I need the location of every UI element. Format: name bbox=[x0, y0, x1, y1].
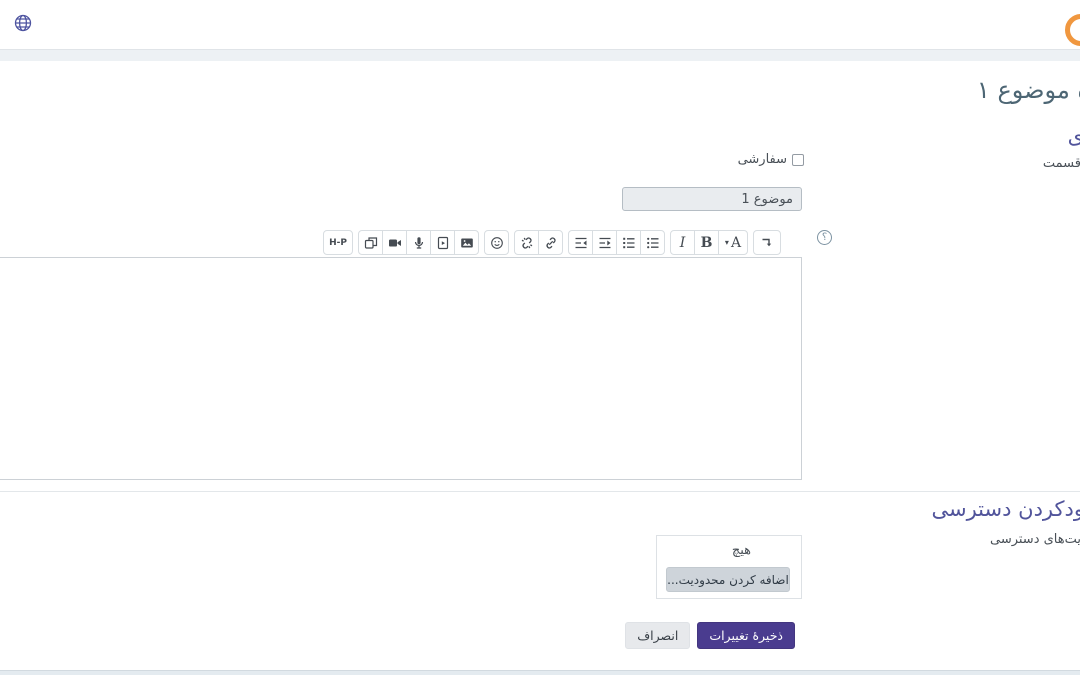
toolbar-toggle-icon[interactable] bbox=[753, 230, 781, 255]
font-family-dropdown[interactable]: ▾ A bbox=[718, 230, 748, 255]
italic-button[interactable]: I bbox=[670, 230, 695, 255]
restrictions-none-text: هیچ bbox=[732, 543, 751, 558]
form-actions: ذخیرهٔ تغییرات انصراف bbox=[625, 622, 795, 649]
custom-checkbox-label[interactable]: سفارشی bbox=[738, 152, 787, 167]
manage-files-icon[interactable] bbox=[358, 230, 383, 255]
unlink-icon[interactable] bbox=[514, 230, 539, 255]
bold-button[interactable]: B bbox=[694, 230, 719, 255]
h5p-button[interactable]: H-P bbox=[323, 230, 353, 255]
access-restrictions-label: یت‌های دسترسی bbox=[990, 532, 1080, 547]
outdent-icon[interactable] bbox=[592, 230, 617, 255]
caret-down-icon: ▾ bbox=[725, 238, 729, 247]
indent-icon[interactable] bbox=[568, 230, 593, 255]
link-icon[interactable] bbox=[538, 230, 563, 255]
ordered-list-icon[interactable] bbox=[616, 230, 641, 255]
section-divider bbox=[0, 491, 1080, 492]
unordered-list-icon[interactable] bbox=[640, 230, 665, 255]
restrictions-box: هیچ اضافه کردن محدودیت... bbox=[656, 535, 802, 599]
page-title: ۀ موضوع ۱ bbox=[977, 76, 1080, 104]
save-changes-button[interactable]: ذخیرهٔ تغییرات bbox=[697, 622, 795, 649]
section-heading-general[interactable]: ی bbox=[1068, 124, 1080, 148]
section-heading-restrict-access[interactable]: ودکردن دسترسی bbox=[932, 497, 1080, 521]
image-icon[interactable] bbox=[454, 230, 479, 255]
editor-content-area[interactable] bbox=[0, 257, 802, 480]
add-restriction-button[interactable]: اضافه کردن محدودیت... bbox=[666, 567, 790, 592]
record-audio-icon[interactable] bbox=[406, 230, 431, 255]
page: ۀ موضوع ۱ ی قسمت سفارشی H-P bbox=[0, 0, 1080, 675]
record-video-icon[interactable] bbox=[382, 230, 407, 255]
language-globe-icon[interactable] bbox=[12, 13, 34, 35]
custom-name-row: سفارشی bbox=[738, 152, 804, 167]
cancel-button[interactable]: انصراف bbox=[625, 622, 690, 649]
section-name-input[interactable] bbox=[622, 187, 802, 211]
section-name-label: قسمت bbox=[1043, 156, 1080, 171]
top-navbar bbox=[0, 0, 1080, 50]
emoji-icon[interactable] bbox=[484, 230, 509, 255]
help-icon[interactable]: ؟ bbox=[817, 230, 832, 245]
brand-logo-ring[interactable] bbox=[1065, 14, 1080, 46]
editor-toolbar: H-P bbox=[323, 230, 797, 255]
footer-strip bbox=[0, 670, 1080, 675]
media-icon[interactable] bbox=[430, 230, 455, 255]
secondary-bar bbox=[0, 50, 1080, 61]
custom-checkbox[interactable] bbox=[792, 154, 804, 166]
